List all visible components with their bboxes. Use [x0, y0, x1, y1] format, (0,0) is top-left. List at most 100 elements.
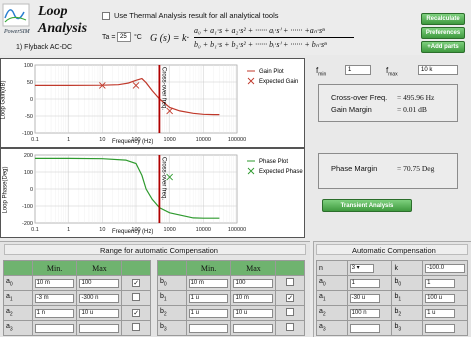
max-input[interactable]: 10 u: [233, 308, 274, 318]
gain-margin-label: Gain Margin: [331, 105, 372, 114]
min-cell: [185, 320, 232, 336]
fmin-input[interactable]: 1: [345, 65, 371, 75]
x-tick-label: 1000: [164, 227, 176, 233]
a-coef-label: a3: [316, 320, 348, 336]
max-input[interactable]: 100: [233, 278, 274, 288]
min-input[interactable]: 1 n: [34, 308, 75, 318]
a-value-input[interactable]: 100 n: [349, 308, 380, 318]
min-cell: 1 n: [31, 305, 78, 321]
max-input[interactable]: [233, 323, 274, 333]
fmax-input[interactable]: 10 k: [418, 65, 458, 75]
a-coef-label: a2: [316, 305, 348, 321]
check-cell: [275, 305, 305, 321]
x-tick-label: 1: [67, 227, 70, 233]
k-input[interactable]: -100.0: [425, 263, 465, 273]
phase-xlabel: Frequency (Hz): [112, 229, 154, 235]
preferences-button[interactable]: Preferences: [421, 27, 465, 39]
x-tick-label: 0.1: [31, 227, 39, 233]
formula-lhs: G (s) = k·: [150, 33, 189, 44]
min-cell: -3 m: [31, 290, 78, 306]
range-table-b: Min. Max b0 10 m 100 b1 1 u 10 m ✓ b2 1 u 10 u b3: [157, 260, 305, 336]
check-cell: ✓: [121, 275, 151, 291]
b-coef-label: b0: [391, 275, 424, 291]
max-header: Max: [76, 260, 123, 276]
coef-label: b2: [157, 305, 187, 321]
check-cell: [275, 320, 305, 336]
b-value-input[interactable]: 100 u: [425, 293, 456, 303]
min-input[interactable]: 1 u: [188, 293, 229, 303]
range-row: a3: [3, 320, 151, 336]
a-value-cell: 100 n: [346, 305, 393, 321]
min-cell: 1 u: [185, 305, 232, 321]
compensation-checkbox[interactable]: [286, 308, 295, 316]
max-input[interactable]: 10 m: [233, 293, 274, 303]
max-cell: -300 n: [76, 290, 123, 306]
x-tick-label: 100000: [228, 137, 246, 143]
y-tick-label: -50: [25, 114, 33, 120]
compensation-checkbox[interactable]: ✓: [286, 294, 295, 302]
ta-input[interactable]: 25: [117, 32, 131, 42]
a-value-cell: 1: [346, 275, 393, 291]
b-value-cell: 1 u: [422, 305, 468, 321]
phase-margin-value: = 70.75 Deg: [397, 164, 435, 173]
max-input[interactable]: 100: [79, 278, 120, 288]
b-coef-label: b3: [391, 320, 424, 336]
thermal-label: Use Thermal Analysis result for all anal…: [114, 11, 279, 20]
auto-comp-table: n 3 ▾ k -100.0 a0 1 b0 1 a1 -30 u b1 100 u a2 100…: [316, 260, 468, 336]
legend-marker-swatch: [247, 167, 255, 175]
compensation-checkbox[interactable]: [286, 278, 295, 286]
y-tick-label: 0: [30, 187, 33, 193]
compensation-checkbox[interactable]: [286, 323, 295, 331]
add-parts-button[interactable]: +Add parts: [421, 41, 465, 53]
thermal-checkbox[interactable]: [102, 12, 110, 20]
b-value-input[interactable]: 1: [425, 278, 456, 288]
a-value-input[interactable]: -30 u: [349, 293, 380, 303]
min-input[interactable]: 10 m: [34, 278, 75, 288]
a-value-input[interactable]: 1: [349, 278, 380, 288]
fmax-label: fmax: [386, 66, 398, 78]
n-label: n: [316, 260, 348, 276]
range-row: a2 1 n 10 u ✓: [3, 305, 151, 321]
fmin-label: fmin: [316, 66, 327, 78]
compensation-checkbox[interactable]: ✓: [132, 309, 141, 317]
legend-label: Gain Plot: [259, 69, 284, 75]
compensation-checkbox[interactable]: [132, 323, 141, 331]
x-tick-label: 1000: [164, 137, 176, 143]
y-tick-label: 100: [24, 63, 33, 69]
b-value-input[interactable]: 1 u: [425, 308, 456, 318]
min-header: Min.: [31, 260, 78, 276]
range-row: b1 1 u 10 m ✓: [157, 290, 305, 306]
y-tick-label: 100: [24, 170, 33, 176]
min-input[interactable]: [188, 323, 229, 333]
coef-label: a1: [3, 290, 33, 306]
max-input[interactable]: [79, 323, 120, 333]
ta-label: Ta =: [102, 34, 116, 41]
range-row: a0 10 m 100 ✓: [3, 275, 151, 291]
min-input[interactable]: 10 m: [188, 278, 229, 288]
coef-label: b1: [157, 290, 187, 306]
coef-label: b3: [157, 320, 187, 336]
y-tick-label: -100: [22, 204, 33, 210]
b-value-input[interactable]: [425, 323, 456, 333]
recalculate-button[interactable]: Recalculate: [421, 13, 465, 25]
n-select[interactable]: 3 ▾: [349, 263, 374, 273]
auto-comp-row: a3 b3: [316, 320, 468, 336]
max-cell: 100: [76, 275, 123, 291]
min-input[interactable]: [34, 323, 75, 333]
auto-comp-row: a0 1 b0 1: [316, 275, 468, 291]
phase-results-box: Phase Margin = 70.75 Deg: [318, 153, 458, 189]
min-input[interactable]: 1 u: [188, 308, 229, 318]
a-value-input[interactable]: [349, 323, 380, 333]
auto-comp-row: a1 -30 u b1 100 u: [316, 290, 468, 306]
gain-plot-frame: 0.1 1 10 100 1000 10000 100000 100 50 0 -50 -100 Cro…: [0, 58, 305, 148]
compensation-checkbox[interactable]: ✓: [132, 279, 141, 287]
min-header: Min.: [185, 260, 232, 276]
max-input[interactable]: 10 u: [79, 308, 120, 318]
compensation-checkbox[interactable]: [132, 293, 141, 301]
max-input[interactable]: -300 n: [79, 293, 120, 303]
transient-analysis-button[interactable]: Transient Analysis: [322, 199, 412, 212]
a-coef-label: a0: [316, 275, 348, 291]
phase-plot: 0.1 1 10 100 1000 10000 1000002001000-100-200C…: [22, 153, 303, 233]
min-input[interactable]: -3 m: [34, 293, 75, 303]
gain-ylabel: Loop Gain(dB): [0, 80, 7, 120]
